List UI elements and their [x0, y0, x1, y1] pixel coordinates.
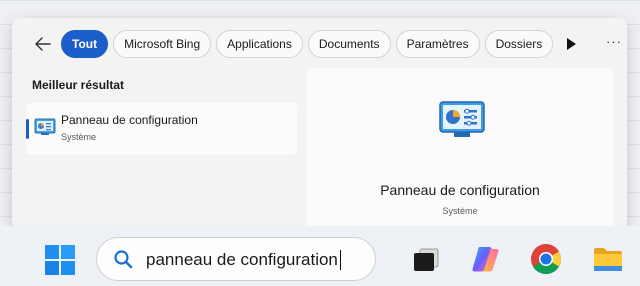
chip-tout[interactable]: Tout: [61, 30, 109, 58]
windows-start-icon[interactable]: [44, 244, 76, 276]
taskbar-search-box[interactable]: panneau de configuration: [96, 237, 376, 281]
selection-indicator: [26, 119, 29, 139]
more-options-button[interactable]: ···: [606, 34, 622, 49]
scroll-right-icon[interactable]: [564, 36, 578, 52]
result-subtitle: Système: [61, 132, 97, 142]
best-match-heading: Meilleur résultat: [32, 78, 125, 92]
best-match-result[interactable]: Panneau de configuration Système: [26, 103, 297, 155]
copilot-icon[interactable]: [470, 243, 502, 275]
search-icon: [114, 250, 133, 269]
chip-parametres[interactable]: Paramètres: [395, 30, 480, 58]
chip-microsoft-bing[interactable]: Microsoft Bing: [113, 30, 212, 58]
filter-chips: Tout Microsoft Bing Applications Documen…: [61, 30, 554, 58]
filter-bar: Tout Microsoft Bing Applications Documen…: [12, 30, 627, 58]
taskbar: panneau de configuration: [0, 226, 640, 286]
result-name: Panneau de configuration: [61, 113, 198, 127]
chip-documents[interactable]: Documents: [307, 30, 391, 58]
control-panel-icon: [34, 118, 56, 135]
chip-dossiers[interactable]: Dossiers: [484, 30, 554, 58]
back-button[interactable]: [32, 34, 54, 54]
search-input[interactable]: panneau de configuration: [146, 250, 341, 270]
task-view-icon[interactable]: [410, 243, 442, 275]
detail-subtitle: Système: [442, 206, 478, 216]
arrow-left-icon: [35, 37, 51, 51]
detail-pane: Panneau de configuration Système: [306, 68, 614, 230]
file-explorer-icon[interactable]: [592, 243, 624, 275]
control-panel-icon: [439, 101, 485, 137]
chrome-icon[interactable]: [530, 243, 562, 275]
search-panel: Tout Microsoft Bing Applications Documen…: [12, 18, 627, 230]
chip-applications[interactable]: Applications: [216, 30, 303, 58]
detail-title: Panneau de configuration: [380, 182, 540, 198]
